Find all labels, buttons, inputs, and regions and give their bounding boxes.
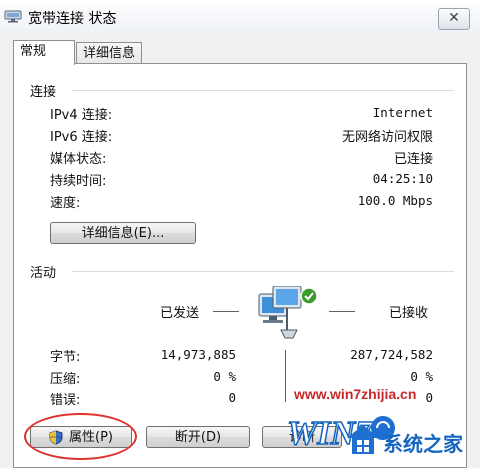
errors-label: 错误: — [50, 393, 81, 408]
network-activity-icon — [258, 286, 318, 339]
ipv4-value: Internet — [372, 105, 433, 120]
duration-label: 持续时间: — [50, 174, 107, 189]
speed-label: 速度: — [50, 196, 81, 211]
status-window: 宽带连接 状态 ✕ 常规 详细信息 连接 IPv4 连接: Internet I… — [0, 0, 480, 468]
tab-general[interactable]: 常规 — [13, 40, 75, 65]
compression-label: 压缩: — [50, 372, 81, 387]
section-title-activity: 活动 — [30, 266, 57, 281]
section-title-connection: 连接 — [30, 85, 57, 100]
details-button[interactable]: 详细信息(E)... — [50, 222, 196, 244]
media-state-label: 媒体状态: — [50, 152, 107, 167]
bytes-sent-value: 14,973,885 — [160, 347, 236, 362]
house-logo-icon — [347, 425, 379, 454]
ipv6-value: 无网络访问权限 — [341, 130, 433, 145]
ipv4-label: IPv4 连接: — [50, 108, 113, 123]
compression-sent-value: 0 % — [213, 369, 236, 384]
watermark: www.win7zhijia.cn WIN7 系统之家 — [285, 386, 480, 468]
duration-value: 04:25:10 — [372, 171, 433, 186]
errors-sent-value: 0 — [228, 390, 236, 405]
speed-value: 100.0 Mbps — [357, 193, 433, 208]
bytes-received-value: 287,724,582 — [350, 347, 433, 362]
sent-label: 已发送 — [160, 306, 200, 321]
activity-line-left — [213, 311, 239, 312]
tab-details[interactable]: 详细信息 — [76, 42, 142, 65]
compression-received-value: 0 % — [410, 369, 433, 384]
section-divider — [72, 271, 454, 272]
highlight-ellipse — [24, 413, 137, 460]
media-state-value: 已连接 — [393, 152, 433, 167]
watermark-brand: 系统之家 — [383, 432, 463, 456]
activity-line-right — [329, 311, 355, 312]
close-icon: ✕ — [448, 10, 460, 26]
bytes-label: 字节: — [50, 350, 81, 365]
ipv6-label: IPv6 连接: — [50, 130, 113, 145]
window-title: 宽带连接 状态 — [28, 11, 117, 27]
network-connection-icon — [4, 10, 22, 23]
section-divider — [72, 90, 454, 91]
watermark-url: www.win7zhijia.cn — [294, 386, 417, 402]
close-button[interactable]: ✕ — [438, 8, 470, 30]
received-label: 已接收 — [389, 306, 429, 321]
disconnect-button[interactable]: 断开(D) — [146, 426, 250, 448]
title-bar: 宽带连接 状态 ✕ — [0, 0, 480, 34]
